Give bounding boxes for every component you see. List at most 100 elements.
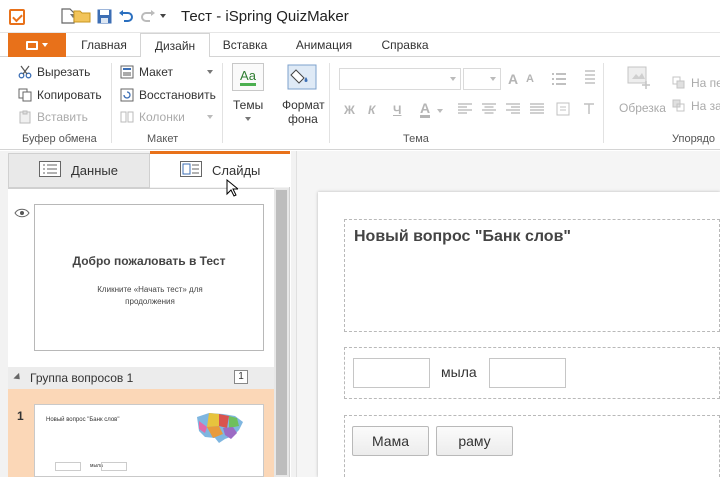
clipboard-group-label: Буфер обмена xyxy=(22,133,97,145)
tab-home[interactable]: Главная xyxy=(72,33,136,57)
paste-button[interactable]: Вставить xyxy=(18,107,88,127)
italic-button[interactable]: К xyxy=(368,103,375,117)
bring-front-icon xyxy=(672,76,686,90)
line-spacing-icon[interactable] xyxy=(583,69,595,88)
sentence-word: мыла xyxy=(441,364,477,380)
group-count-badge: 1 xyxy=(234,370,248,384)
undo-icon[interactable] xyxy=(116,6,136,26)
divider xyxy=(603,63,604,143)
columns-icon xyxy=(120,110,134,124)
font-color-button[interactable]: A xyxy=(420,101,431,118)
thumb-question-title: Новый вопрос "Банк слов" xyxy=(46,417,120,423)
divider xyxy=(329,63,330,143)
grow-font-icon[interactable]: A xyxy=(508,71,518,87)
thumb-blank-1 xyxy=(55,462,81,471)
copy-button[interactable]: Копировать xyxy=(18,85,102,105)
bring-front-button[interactable]: На пе xyxy=(672,73,720,93)
restore-layout-icon xyxy=(120,88,134,102)
file-menu-button[interactable] xyxy=(8,33,66,57)
crop-label[interactable]: Обрезка xyxy=(619,98,666,118)
themes-icon[interactable]: Aa xyxy=(232,63,264,91)
tab-slides[interactable]: Слайды xyxy=(150,151,290,187)
ribbon-tabs: Главная Дизайн Вставка Анимация Справка xyxy=(0,33,720,58)
columns-button[interactable]: Колонки xyxy=(120,107,185,127)
tab-insert[interactable]: Вставка xyxy=(214,33,276,57)
tab-animation[interactable]: Анимация xyxy=(284,33,364,57)
group-label: Группа вопросов 1 xyxy=(30,371,134,385)
slide-thumbnail-intro[interactable]: Добро пожаловать в Тест Кликните «Начать… xyxy=(34,204,264,351)
copy-label: Копировать xyxy=(37,88,102,102)
bullets-icon[interactable] xyxy=(552,71,566,88)
collapse-icon[interactable] xyxy=(13,372,23,383)
font-family-combo[interactable] xyxy=(339,68,461,90)
bring-front-label: На пе xyxy=(691,76,720,90)
tab-data[interactable]: Данные xyxy=(8,153,150,188)
send-back-icon xyxy=(672,99,686,113)
layout-icon xyxy=(120,65,134,79)
usa-map-icon xyxy=(195,411,245,448)
underline-button[interactable]: Ч xyxy=(393,103,401,117)
save-icon[interactable] xyxy=(94,6,114,26)
restore-button[interactable]: Восстановить xyxy=(120,85,216,105)
bg-format-label-2[interactable]: фона xyxy=(288,109,318,129)
divider xyxy=(222,63,223,143)
restore-label: Восстановить xyxy=(139,88,216,102)
text-direction-icon[interactable] xyxy=(582,102,596,119)
paste-label: Вставить xyxy=(37,110,88,124)
list-icon xyxy=(39,161,61,180)
ribbon: Вырезать Копировать Вставить Буфер обмен… xyxy=(0,57,720,150)
slides-scrollbar[interactable] xyxy=(274,188,289,477)
align-right-icon[interactable] xyxy=(506,103,520,118)
open-folder-icon[interactable] xyxy=(72,6,92,26)
slide-thumbnail-question[interactable]: Новый вопрос "Банк слов" мыла xyxy=(34,404,264,477)
theme-sample-text: Aa xyxy=(240,68,256,86)
copy-icon xyxy=(18,88,32,102)
layout-dropdown-icon[interactable] xyxy=(207,70,213,74)
theme-group-label: Тема xyxy=(403,133,429,145)
tab-help[interactable]: Справка xyxy=(370,33,440,57)
scissors-icon xyxy=(18,65,32,79)
word-bank-item-1[interactable]: Мама xyxy=(352,426,429,456)
answer-blank-1[interactable] xyxy=(353,358,430,388)
columns-label: Колонки xyxy=(139,110,185,124)
crop-icon[interactable] xyxy=(626,65,654,94)
bold-button[interactable]: Ж xyxy=(344,103,355,117)
word-bank-item-2[interactable]: раму xyxy=(436,426,513,456)
eye-icon[interactable] xyxy=(14,207,30,221)
answer-blank-2[interactable] xyxy=(489,358,566,388)
font-size-combo[interactable] xyxy=(463,68,501,90)
clipboard-icon xyxy=(18,110,32,124)
layout-button[interactable]: Макет xyxy=(120,62,173,82)
thumb-blank-2 xyxy=(101,462,127,471)
question-group-row[interactable]: Группа вопросов 1 1 xyxy=(8,367,274,389)
themes-label[interactable]: Темы xyxy=(233,95,263,115)
layout-group-label: Макет xyxy=(147,133,179,145)
arrange-group-label: Упорядо xyxy=(672,133,716,145)
tab-slides-label: Слайды xyxy=(212,163,261,178)
tab-data-label: Данные xyxy=(71,163,118,178)
slide-row-selected[interactable]: 1 Новый вопрос "Банк слов" мыла xyxy=(8,389,274,477)
slide-number: 1 xyxy=(17,409,24,423)
customize-toolbar-icon[interactable] xyxy=(156,6,170,26)
font-color-dropdown-icon[interactable] xyxy=(437,109,443,113)
justify-icon[interactable] xyxy=(530,103,544,118)
send-back-button[interactable]: На за xyxy=(672,96,720,116)
tab-design[interactable]: Дизайн xyxy=(140,33,210,58)
align-left-icon[interactable] xyxy=(458,103,472,118)
intro-slide-subtitle: Кликните «Начать тест» для продолжения xyxy=(97,285,203,306)
app-logo-icon[interactable] xyxy=(9,9,25,25)
cut-button[interactable]: Вырезать xyxy=(18,62,90,82)
valign-icon[interactable] xyxy=(556,102,570,119)
divider xyxy=(111,63,112,143)
redo-icon[interactable] xyxy=(138,6,158,26)
scrollbar-thumb[interactable] xyxy=(276,190,287,475)
themes-dropdown-icon[interactable] xyxy=(245,117,251,121)
columns-dropdown-icon[interactable] xyxy=(207,115,213,119)
question-title[interactable]: Новый вопрос "Банк слов" xyxy=(354,228,571,246)
mouse-cursor-icon xyxy=(226,178,240,200)
paint-bucket-icon[interactable] xyxy=(286,63,318,91)
align-center-icon[interactable] xyxy=(482,103,496,118)
title-bar: Тест - iSpring QuizMaker xyxy=(0,0,720,33)
intro-slide-title: Добро пожаловать в Тест xyxy=(72,254,226,268)
shrink-font-icon[interactable]: A xyxy=(526,73,534,85)
